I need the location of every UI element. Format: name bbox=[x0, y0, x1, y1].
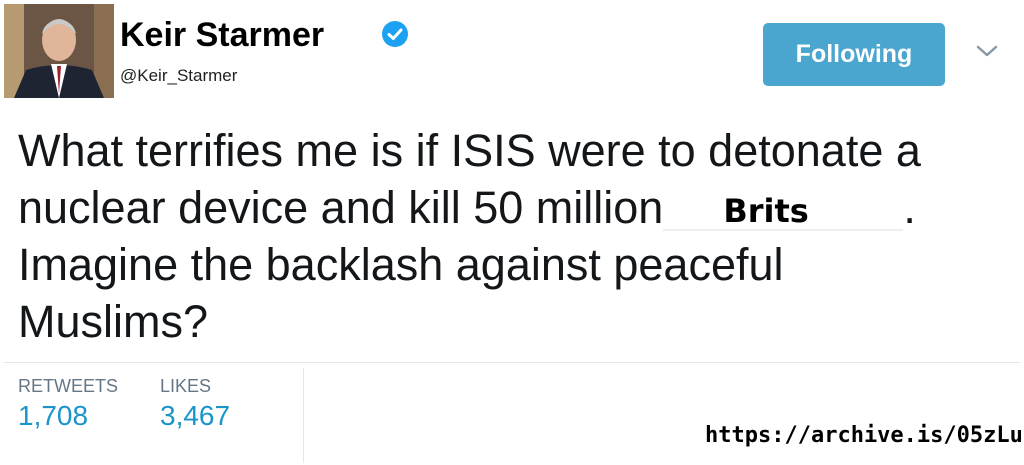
chevron-down-icon[interactable] bbox=[975, 44, 999, 58]
stats-separator bbox=[303, 368, 304, 463]
tweet-line: Muslims? bbox=[18, 296, 209, 347]
archive-url: https://archive.is/05zLu bbox=[705, 423, 1023, 448]
profile-name[interactable]: Keir Starmer bbox=[120, 16, 324, 55]
person-photo-icon bbox=[4, 4, 114, 98]
redaction-box: Brits bbox=[663, 181, 904, 231]
stats-divider bbox=[4, 362, 1020, 363]
likes-label[interactable]: LIKES bbox=[160, 376, 211, 397]
tweet-period: . bbox=[903, 182, 916, 233]
verified-badge-icon bbox=[382, 21, 408, 47]
tweet-line: What terrifies me is if ISIS were to det… bbox=[18, 125, 921, 176]
tweet-line: nuclear device and kill 50 million Brits. bbox=[18, 179, 1008, 236]
retweets-count[interactable]: 1,708 bbox=[18, 400, 88, 432]
tweet-line: Imagine the backlash against peaceful bbox=[18, 239, 784, 290]
following-button[interactable]: Following bbox=[763, 23, 945, 86]
likes-count[interactable]: 3,467 bbox=[160, 400, 230, 432]
retweets-label[interactable]: RETWEETS bbox=[18, 376, 118, 397]
tweet-text: What terrifies me is if ISIS were to det… bbox=[18, 122, 1008, 350]
inserted-word: Brits bbox=[723, 192, 809, 230]
profile-handle[interactable]: @Keir_Starmer bbox=[120, 66, 237, 86]
tweet-line-text: nuclear device and kill 50 million bbox=[18, 182, 664, 233]
avatar[interactable] bbox=[4, 4, 114, 98]
